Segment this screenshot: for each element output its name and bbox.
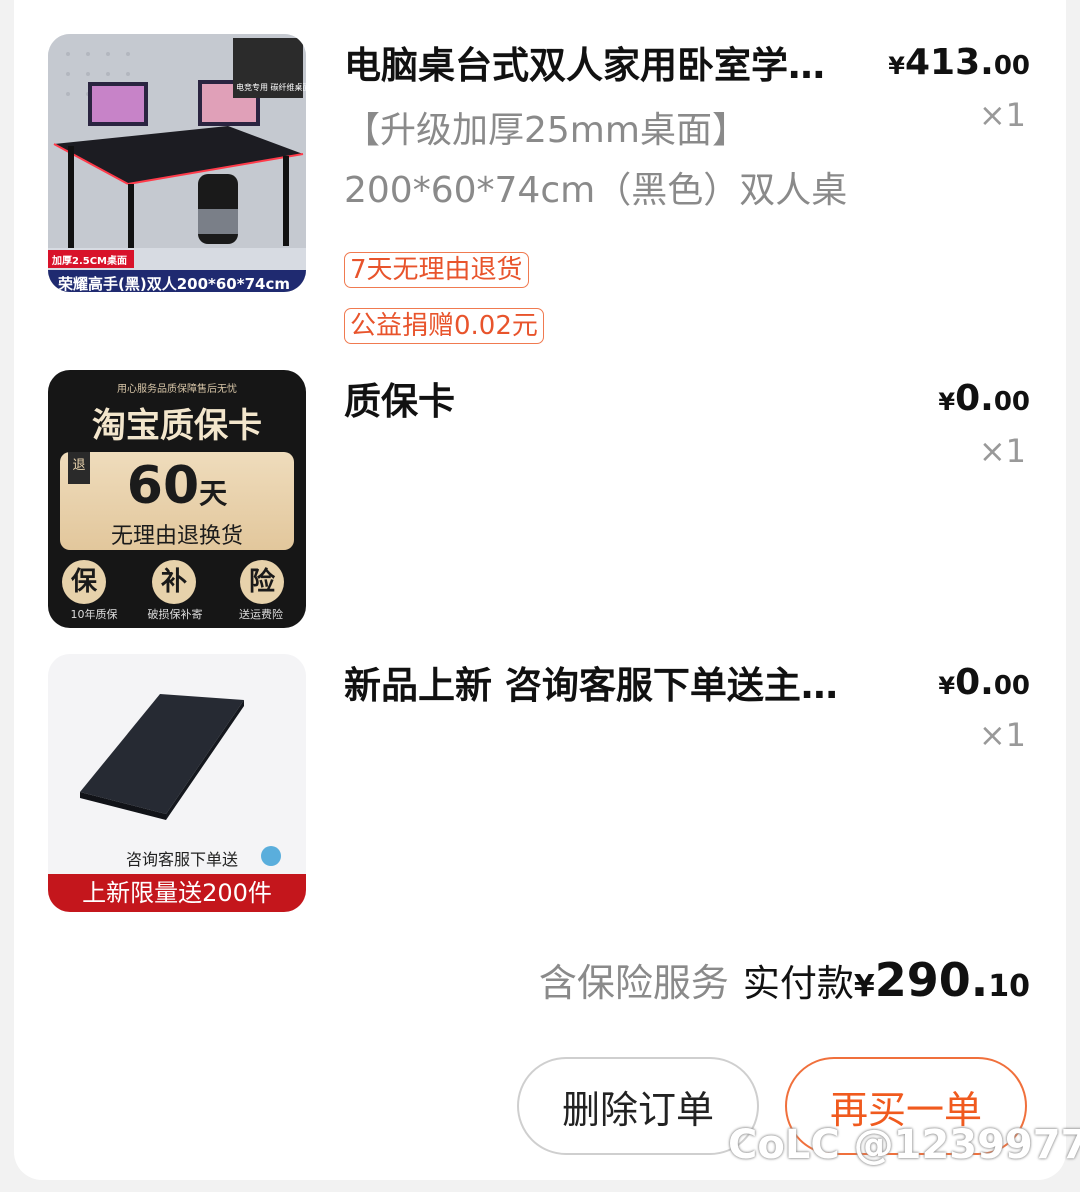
watermark: CoLC @12399777 [728, 1122, 1080, 1168]
product-quantity: ×1 [978, 432, 1026, 470]
product-title[interactable]: 电脑桌台式双人家用卧室学… [344, 36, 884, 96]
replacement-icon: 补 [152, 560, 196, 604]
product-quantity: ×1 [978, 716, 1026, 754]
delete-order-button[interactable]: 删除订单 [517, 1057, 759, 1155]
price-integer: 0. [955, 378, 994, 419]
price-integer: 0. [955, 662, 994, 703]
price-currency: ¥ [938, 388, 956, 416]
thumb-banner: 荣耀高手(黑)双人200*60*74cm [58, 275, 290, 292]
icon-label: 10年质保 [70, 608, 118, 621]
tag-7day-return: 7天无理由退货 [344, 252, 529, 288]
total-decimal: 10 [988, 969, 1030, 1004]
thumb-heading: 淘宝质保卡 [92, 406, 262, 446]
thumb-badge-thickness: 加厚2.5CM桌面 [52, 256, 128, 267]
order-total: 含保险服务 实付款¥290.10 [539, 952, 1030, 1007]
icon-label: 破损保补寄 [147, 608, 203, 621]
icon-label: 送运费险 [239, 608, 283, 621]
price-decimal: 00 [993, 387, 1030, 417]
product-image-warranty-card[interactable]: 用心服务品质保障售后无忧 淘宝质保卡 退 60天 无理由退换货 保 补 险 10… [48, 370, 306, 628]
days-number: 60 [126, 456, 200, 516]
tag-charity-donation: 公益捐赠0.02元 [344, 308, 544, 344]
product-image-desk[interactable]: 电竞专用 碳纤维桌面 加厚2.5CM桌面 荣耀高手(黑)双人200*60*74c… [48, 34, 306, 292]
product-price: ¥0.00 [938, 662, 1030, 703]
product-price: ¥413.00 [888, 42, 1030, 83]
thumb-badge-top: 电竞专用 碳纤维桌面 [236, 83, 306, 92]
product-title[interactable]: 质保卡 [344, 372, 884, 432]
price-decimal: 00 [993, 51, 1030, 81]
thumb-caption: 咨询客服下单送 [126, 850, 239, 869]
product-image-desk-mat[interactable]: 咨询客服下单送 上新限量送200件 [48, 654, 306, 912]
price-currency: ¥ [938, 672, 956, 700]
price-currency: ¥ [888, 52, 905, 80]
thumb-subtitle: 无理由退换货 [110, 524, 243, 549]
thumb-banner: 上新限量送200件 [48, 874, 306, 912]
order-card: 电竞专用 碳纤维桌面 加厚2.5CM桌面 荣耀高手(黑)双人200*60*74c… [14, 0, 1066, 1180]
warranty-icon: 保 [62, 560, 106, 604]
product-price: ¥0.00 [938, 378, 1030, 419]
shipping-insurance-icon: 险 [240, 560, 284, 604]
product-title[interactable]: 新品上新 咨询客服下单送主… [344, 656, 884, 716]
thumb-top-text: 用心服务品质保障售后无忧 [117, 384, 237, 395]
insurance-note: 含保险服务 [538, 961, 729, 1005]
paid-label: 实付款 [742, 962, 854, 1005]
price-decimal: 00 [993, 671, 1030, 701]
sku-line-2: 200*60*74cm（黑色）双人桌 [344, 170, 848, 211]
total-integer: 290. [874, 953, 989, 1007]
product-quantity: ×1 [978, 96, 1026, 134]
total-currency: ¥ [853, 969, 875, 1004]
days-unit: 天 [199, 477, 228, 510]
price-integer: 413. [904, 42, 994, 83]
sku-line-1: 【升级加厚25mm桌面】 [344, 110, 748, 151]
thumb-panel: 退 60天 无理由退换货 [60, 452, 294, 550]
